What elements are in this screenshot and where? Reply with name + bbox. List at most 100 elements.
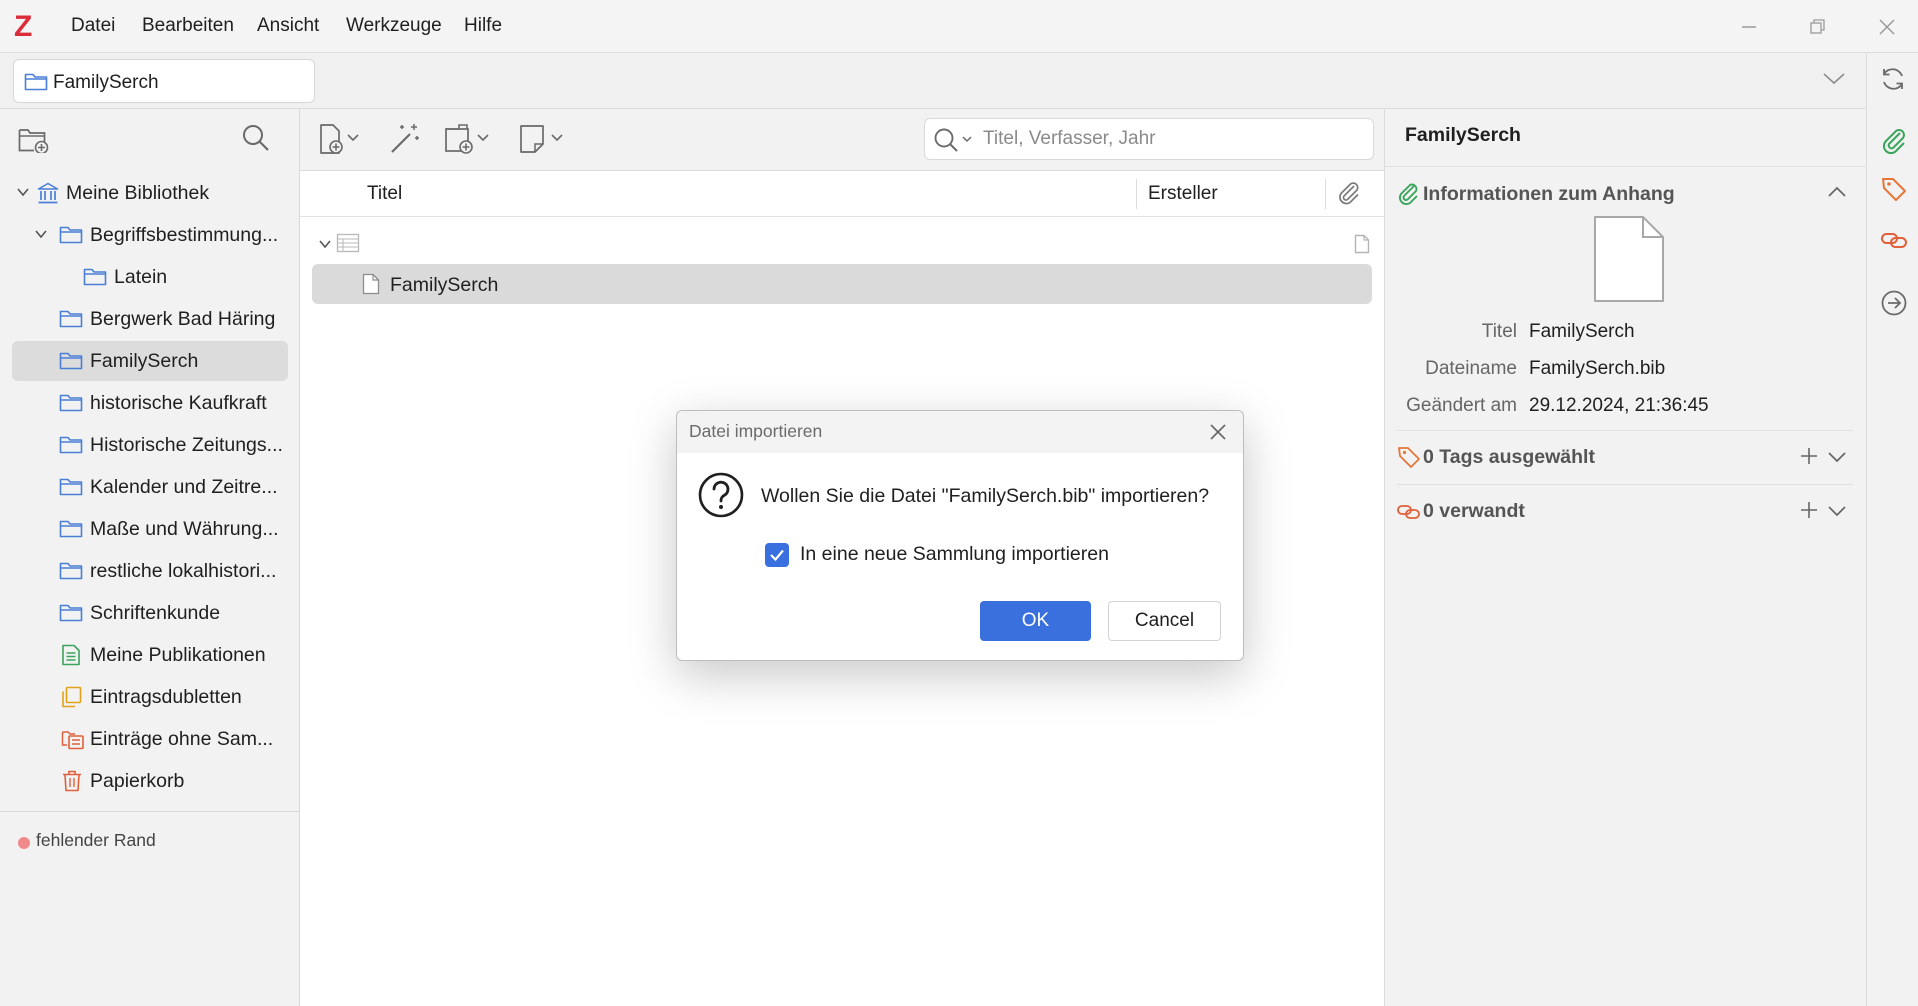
chevron-down-icon[interactable]: [16, 185, 30, 199]
tag-item[interactable]: fehlender Rand: [36, 830, 156, 851]
menu-datei[interactable]: Datei: [71, 15, 115, 37]
tree-item-collection[interactable]: historische Kaufkraft: [12, 383, 288, 423]
chevron-down-icon[interactable]: [1827, 503, 1847, 519]
tree-item-collection-selected[interactable]: FamilySerch: [12, 341, 288, 381]
collection-search-icon[interactable]: [241, 123, 271, 153]
unfiled-icon: [61, 728, 85, 750]
tag-section-icon[interactable]: [1880, 175, 1908, 203]
attachment-file-icon[interactable]: [1354, 234, 1370, 254]
sync-icon[interactable]: [1879, 65, 1907, 93]
tree-item-collection[interactable]: Kalender und Zeitre...: [12, 467, 288, 507]
menu-werkzeuge[interactable]: Werkzeuge: [346, 15, 442, 37]
tree-item-collection[interactable]: Bergwerk Bad Häring: [12, 299, 288, 339]
add-attachment-button[interactable]: [442, 122, 496, 156]
folder-icon: [24, 71, 48, 91]
tab-label: FamilySerch: [53, 72, 159, 93]
new-collection-checkbox[interactable]: [765, 543, 789, 567]
add-related-icon[interactable]: [1799, 500, 1819, 520]
minimize-button[interactable]: [1734, 12, 1764, 42]
attachment-section-icon[interactable]: [1880, 127, 1908, 155]
tree-item-collection[interactable]: Maße und Währung...: [12, 509, 288, 549]
tabs-menu-chevron-icon[interactable]: [1822, 71, 1846, 87]
close-window-button[interactable]: [1872, 12, 1902, 42]
dialog-close-icon[interactable]: [1207, 421, 1229, 443]
tree-label: Bergwerk Bad Häring: [90, 308, 276, 330]
column-creator[interactable]: Ersteller: [1148, 183, 1218, 205]
tree-item-collection[interactable]: Historische Zeitungs...: [12, 425, 288, 465]
chevron-down-icon[interactable]: [1827, 449, 1847, 465]
tree-item-library[interactable]: Meine Bibliothek: [12, 173, 288, 213]
tree-label: Papierkorb: [90, 770, 185, 792]
publications-icon: [61, 644, 81, 666]
folder-icon: [59, 224, 83, 244]
duplicates-icon: [61, 686, 83, 708]
folder-icon: [59, 476, 83, 496]
related-section-header[interactable]: 0 verwandt: [1397, 491, 1849, 531]
menu-hilfe[interactable]: Hilfe: [464, 15, 502, 37]
add-tag-icon[interactable]: [1799, 446, 1819, 466]
column-separator[interactable]: [1136, 179, 1137, 209]
question-icon: [697, 471, 745, 519]
magic-wand-button[interactable]: [388, 122, 422, 156]
tree-item-unfiled[interactable]: Einträge ohne Sam...: [12, 719, 288, 759]
tab-bar: FamilySerch: [0, 53, 1866, 109]
new-collection-icon[interactable]: [18, 125, 50, 153]
import-dialog: Datei importieren Wollen Sie die Datei "…: [676, 410, 1244, 661]
dialog-title: Datei importieren: [689, 421, 823, 441]
menu-bearbeiten[interactable]: Bearbeiten: [142, 15, 234, 37]
field-label-filename: Dateiname: [1425, 358, 1517, 379]
field-value-filename[interactable]: FamilySerch.bib: [1529, 358, 1665, 380]
library-tab[interactable]: FamilySerch: [13, 59, 315, 103]
new-item-button[interactable]: [318, 122, 366, 156]
column-title[interactable]: Titel: [367, 183, 402, 205]
menu-bar: Z Datei Bearbeiten Ansicht Werkzeuge Hil…: [0, 0, 1918, 53]
menu-ansicht[interactable]: Ansicht: [257, 15, 319, 37]
chevron-down-icon[interactable]: [34, 227, 48, 241]
folder-icon: [59, 434, 83, 454]
table-row[interactable]: [312, 224, 1372, 264]
tree-item-trash[interactable]: Papierkorb: [12, 761, 288, 801]
tree-item-duplicates[interactable]: Eintragsdubletten: [12, 677, 288, 717]
tree-item-collection[interactable]: Schriftenkunde: [12, 593, 288, 633]
attachment-info-section-header[interactable]: Informationen zum Anhang: [1397, 174, 1849, 214]
search-input[interactable]: [983, 127, 1363, 151]
item-title: FamilySerch: [390, 274, 499, 296]
attachment-info-label: Informationen zum Anhang: [1423, 183, 1675, 205]
folder-icon: [59, 350, 83, 370]
related-section-label: 0 verwandt: [1423, 500, 1525, 522]
tree-label: Eintragsdubletten: [90, 686, 242, 708]
new-note-button[interactable]: [518, 122, 568, 156]
field-value-modified: 29.12.2024, 21:36:45: [1529, 395, 1709, 416]
search-icon[interactable]: [933, 127, 977, 153]
tree-label: Historische Zeitungs...: [90, 434, 283, 456]
item-pane-header: FamilySerch: [1385, 109, 1867, 167]
tag-selector-divider: [0, 811, 300, 812]
attachment-column-icon[interactable]: [1336, 181, 1362, 207]
tags-section-header[interactable]: 0 Tags ausgewählt: [1397, 437, 1849, 477]
field-label-modified: Geändert am: [1406, 395, 1517, 416]
item-pane-title: FamilySerch: [1405, 124, 1521, 146]
trash-icon: [62, 770, 82, 792]
side-nav-strip: [1866, 53, 1918, 1006]
tree-item-publications[interactable]: Meine Publikationen: [12, 635, 288, 675]
column-header: Titel Ersteller: [300, 171, 1384, 217]
tree-item-collection[interactable]: restliche lokalhistori...: [12, 551, 288, 591]
chevron-down-icon[interactable]: [318, 237, 332, 251]
chevron-up-icon[interactable]: [1827, 184, 1847, 200]
table-row-selected[interactable]: FamilySerch: [312, 264, 1372, 304]
tag-color-dot: [18, 837, 30, 849]
ok-button[interactable]: OK: [980, 601, 1091, 641]
tags-section-label: 0 Tags ausgewählt: [1423, 446, 1595, 468]
locate-icon[interactable]: [1880, 289, 1908, 317]
related-section-icon[interactable]: [1880, 225, 1908, 253]
column-separator[interactable]: [1325, 179, 1326, 209]
tree-item-collection[interactable]: Latein: [12, 257, 288, 297]
folder-icon: [59, 392, 83, 412]
library-icon: [37, 182, 59, 204]
cancel-button[interactable]: Cancel: [1108, 601, 1221, 641]
restore-button[interactable]: [1802, 12, 1832, 42]
zotero-logo: Z: [14, 10, 33, 43]
checkbox-label[interactable]: In eine neue Sammlung importieren: [800, 543, 1109, 566]
field-value-title[interactable]: FamilySerch: [1529, 321, 1635, 343]
tree-item-collection[interactable]: Begriffsbestimmung...: [12, 215, 288, 255]
